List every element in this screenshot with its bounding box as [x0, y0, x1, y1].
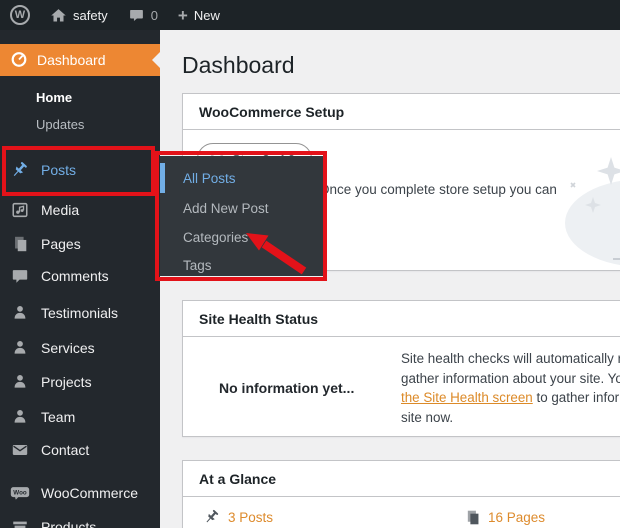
sidebar-item-label: Media — [41, 202, 79, 218]
sidebar-item-label: Projects — [41, 374, 92, 390]
plus-icon: + — [178, 7, 188, 24]
flyout-item-label: Add New Post — [183, 201, 269, 216]
sidebar-item-label: Products — [41, 519, 96, 528]
site-health-description: Site health checks will automatically ru… — [401, 349, 620, 427]
glance-pages-count: 16 Pages — [488, 510, 545, 525]
site-health-body: No information yet... Site health checks… — [183, 337, 620, 436]
pages-icon — [10, 234, 30, 254]
sidebar-item-products[interactable]: Products — [0, 510, 160, 528]
sidebar-item-label: Pages — [41, 236, 81, 252]
glance-pages-link[interactable]: 16 Pages — [464, 509, 545, 526]
at-a-glance-panel: At a Glance 3 Posts 16 Pages — [182, 460, 620, 528]
main-content: Dashboard WooCommerce Setup Step 3 of 6 … — [160, 30, 620, 528]
setup-description: Once you complete store setup you can — [319, 182, 557, 197]
panel-title: WooCommerce Setup — [183, 94, 620, 130]
new-label: New — [194, 8, 220, 23]
flyout-item-all-posts[interactable]: All Posts — [183, 169, 236, 187]
sidebar-item-label: Contact — [41, 442, 89, 458]
pushpin-icon — [10, 160, 30, 180]
subitem-label: Home — [36, 90, 72, 105]
sidebar-item-dashboard[interactable]: Dashboard — [0, 44, 160, 76]
sidebar-item-contact[interactable]: Contact — [0, 433, 160, 467]
description-line: the Site Health screen to gather infor — [401, 388, 620, 408]
glance-posts-count: 3 Posts — [228, 510, 273, 525]
site-name: safety — [73, 8, 108, 23]
sidebar-item-media[interactable]: Media — [0, 193, 160, 227]
comment-count: 0 — [151, 8, 158, 23]
wordpress-menu-button[interactable]: W — [0, 0, 40, 30]
flyout-item-tags[interactable]: Tags — [183, 256, 212, 274]
products-icon — [10, 517, 30, 528]
sidebar-item-projects[interactable]: Projects — [0, 365, 160, 399]
person-icon — [10, 407, 30, 427]
description-line: Site health checks will automatically ru — [401, 349, 620, 369]
store-setup-illustration — [555, 155, 620, 267]
flyout-item-categories[interactable]: Categories — [183, 228, 248, 246]
current-item-notch — [152, 52, 160, 68]
media-icon — [10, 200, 30, 220]
flyout-item-label: Categories — [183, 230, 248, 245]
admin-sidebar: Dashboard Home Updates Posts Media Pages — [0, 30, 160, 528]
sidebar-item-label: Comments — [41, 268, 109, 284]
person-icon — [10, 338, 30, 358]
woocommerce-badge-icon: Woo — [10, 483, 30, 503]
site-health-status-badge: No information yet... — [219, 380, 354, 396]
sidebar-item-label: Testimonials — [41, 305, 118, 321]
person-icon — [10, 372, 30, 392]
sidebar-item-label: Posts — [41, 162, 76, 178]
sidebar-item-testimonials[interactable]: Testimonials — [0, 296, 160, 330]
wordpress-logo-icon: W — [10, 5, 30, 25]
pages-icon — [464, 509, 481, 526]
subitem-label: Updates — [36, 117, 84, 132]
comments-menu-button[interactable]: 0 — [118, 0, 168, 30]
current-submenu-indicator — [160, 163, 165, 193]
flyout-item-add-new-post[interactable]: Add New Post — [183, 199, 269, 217]
page-title: Dashboard — [182, 52, 295, 79]
new-content-button[interactable]: + New — [168, 0, 230, 30]
site-link[interactable]: safety — [40, 0, 118, 30]
at-a-glance-body: 3 Posts 16 Pages — [183, 497, 620, 528]
panel-title: Site Health Status — [183, 301, 620, 337]
flyout-item-label: All Posts — [183, 171, 236, 186]
description-line: gather information about your site. You — [401, 369, 620, 389]
pushpin-icon — [204, 509, 221, 526]
sidebar-item-posts[interactable]: Posts — [0, 153, 160, 187]
posts-flyout-menu: All Posts Add New Post Categories Tags — [160, 156, 324, 276]
description-line: site now. — [401, 408, 620, 428]
svg-text:Woo: Woo — [13, 490, 27, 497]
description-line-rest: to gather infor — [533, 390, 619, 405]
sidebar-item-comments[interactable]: Comments — [0, 259, 160, 293]
sidebar-item-label: Dashboard — [37, 52, 106, 68]
dashboard-gauge-icon — [10, 50, 28, 71]
sidebar-item-label: Services — [41, 340, 95, 356]
admin-top-bar: W safety 0 + New — [0, 0, 620, 30]
comment-bubble-icon — [128, 7, 145, 24]
sidebar-item-services[interactable]: Services — [0, 331, 160, 365]
person-icon — [10, 303, 30, 323]
sidebar-subitem-updates[interactable]: Updates — [0, 113, 160, 135]
sidebar-subitem-home[interactable]: Home — [0, 86, 160, 108]
glance-posts-link[interactable]: 3 Posts — [204, 509, 273, 526]
site-health-panel: Site Health Status No information yet...… — [182, 300, 620, 437]
envelope-icon — [10, 440, 30, 460]
panel-title: At a Glance — [183, 461, 620, 497]
sidebar-item-team[interactable]: Team — [0, 400, 160, 434]
site-health-screen-link[interactable]: the Site Health screen — [401, 390, 533, 405]
sidebar-item-woocommerce[interactable]: Woo WooCommerce — [0, 476, 160, 510]
sidebar-item-pages[interactable]: Pages — [0, 227, 160, 261]
comment-icon — [10, 266, 30, 286]
sidebar-item-label: WooCommerce — [41, 485, 138, 501]
flyout-item-label: Tags — [183, 258, 212, 273]
sidebar-item-label: Team — [41, 409, 75, 425]
wordpress-admin-screen: W safety 0 + New Dashboard — [0, 0, 620, 528]
home-icon — [50, 7, 67, 24]
